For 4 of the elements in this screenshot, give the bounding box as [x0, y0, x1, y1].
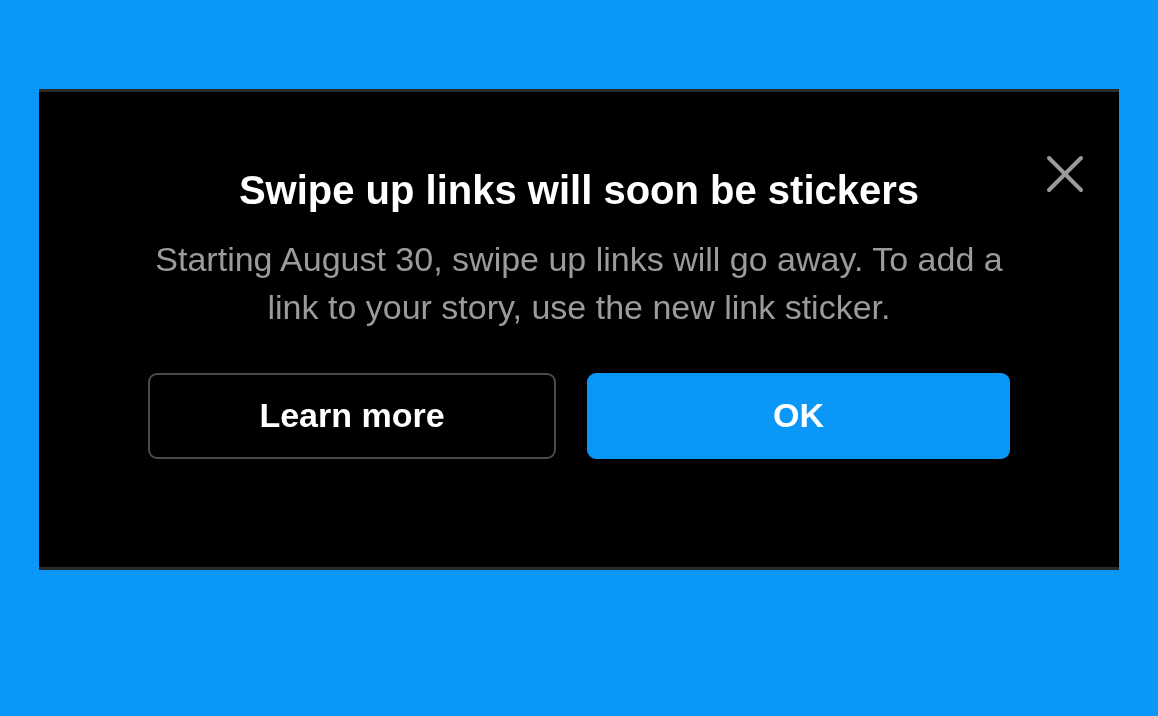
learn-more-button[interactable]: Learn more: [148, 372, 556, 459]
close-icon[interactable]: [1045, 153, 1085, 194]
dialog-title: Swipe up links will soon be stickers: [238, 167, 920, 213]
dialog-message: Starting August 30, swipe up links will go away. To add a link to your story, use the new link sticker.: [154, 238, 1004, 328]
